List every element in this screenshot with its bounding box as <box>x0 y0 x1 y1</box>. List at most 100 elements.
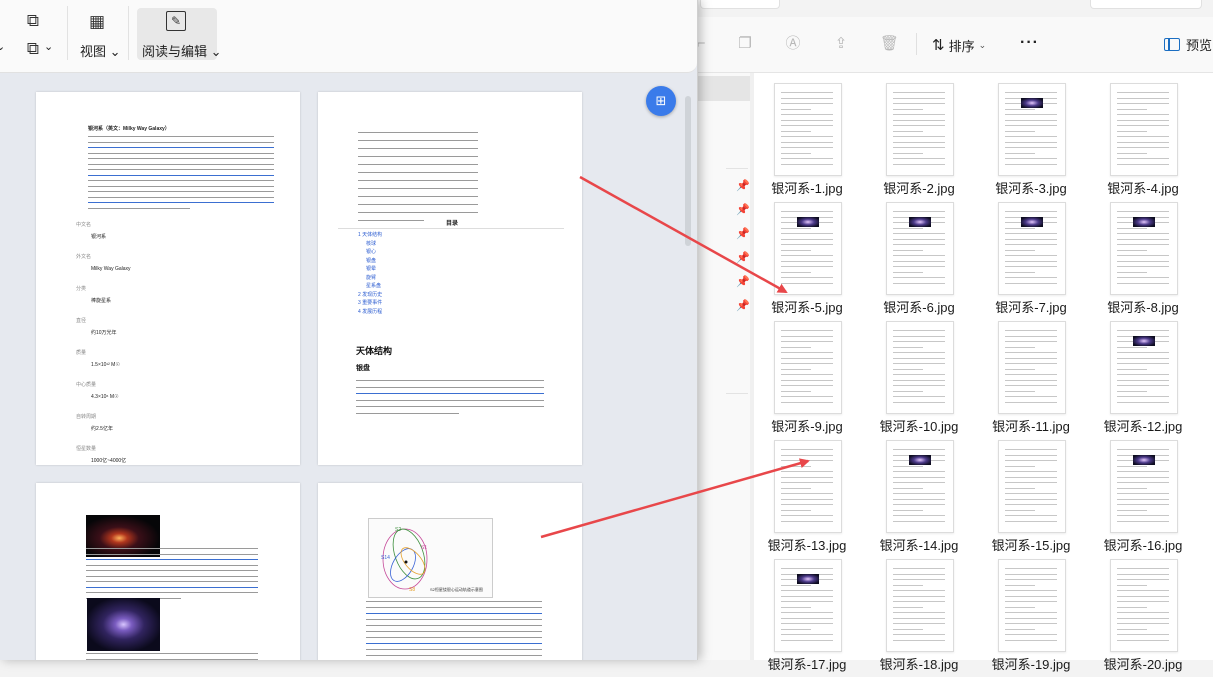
document-page-2[interactable]: 目录 1 天体结构 核球 银心 银盘 银晕 旋臂 星系盘 2 发现历史 3 重要事件 4 发展历程… <box>318 92 582 465</box>
view-grid-icon[interactable]: ▦ <box>86 11 108 33</box>
file-item[interactable]: 银河系-11.jpg <box>976 321 1086 439</box>
text-line <box>366 619 542 620</box>
orbit-label: S8 <box>409 587 415 593</box>
text-line <box>366 607 542 608</box>
nav-selected-item[interactable] <box>690 76 750 101</box>
document-page-4[interactable]: S2 S14 S1 S8 S2恒星绕银心运动轨道示意图 <box>318 483 582 660</box>
text-line <box>88 174 274 176</box>
figure-caption: S2恒星绕银心运动轨道示意图 <box>430 587 483 592</box>
file-item[interactable]: 银河系-4.jpg <box>1088 83 1198 201</box>
delete-icon[interactable]: 🗑 <box>880 35 899 53</box>
file-item[interactable]: 银河系-7.jpg <box>976 202 1086 320</box>
toc-item[interactable]: 核球 <box>366 241 376 247</box>
copy-page-icon[interactable]: ⧉ <box>22 38 44 60</box>
chevron-down-icon[interactable]: ⌄ <box>44 40 53 53</box>
preview-button[interactable]: 预览 <box>1164 35 1212 54</box>
text-line <box>358 132 478 133</box>
toc-item[interactable]: 4 发展历程 <box>358 309 382 315</box>
copy-icon[interactable]: ❐ <box>736 35 754 53</box>
file-name: 银河系-18.jpg <box>879 657 959 672</box>
file-item[interactable]: 银河系-1.jpg <box>752 83 862 201</box>
file-name: 银河系-19.jpg <box>991 657 1071 672</box>
file-name: 银河系-5.jpg <box>771 300 843 315</box>
pin-icon[interactable]: 📌 <box>736 252 750 264</box>
address-bar[interactable] <box>700 0 780 9</box>
more-options-button[interactable]: ··· <box>1020 34 1039 52</box>
file-item[interactable]: 银河系-9.jpg <box>752 321 862 439</box>
file-thumbnail <box>1110 202 1178 295</box>
file-thumbnail <box>774 202 842 295</box>
pin-icon[interactable]: 📌 <box>736 276 750 288</box>
pin-icon[interactable]: 📌 <box>736 228 750 240</box>
dropdown-caret[interactable]: ⌄ <box>0 40 5 53</box>
file-name: 银河系-8.jpg <box>1107 300 1179 315</box>
info-label: 自转周期 <box>76 414 97 420</box>
file-name: 银河系-17.jpg <box>767 657 847 672</box>
file-name: 银河系-1.jpg <box>771 181 843 196</box>
file-item[interactable]: 银河系-14.jpg <box>864 440 974 558</box>
toc-item[interactable]: 银心 <box>366 249 376 255</box>
reader-scrollbar[interactable] <box>684 78 692 660</box>
text-line <box>366 655 542 656</box>
file-thumbnail <box>774 83 842 176</box>
text-line <box>86 586 258 588</box>
file-item[interactable]: 银河系-8.jpg <box>1088 202 1198 320</box>
file-thumbnail <box>998 321 1066 414</box>
toc-item[interactable]: 银晕 <box>366 266 376 272</box>
file-item[interactable]: 银河系-17.jpg <box>752 559 862 677</box>
file-thumbnail <box>774 559 842 652</box>
info-value: 棒旋星系 <box>91 298 112 304</box>
pin-icon[interactable]: 📌 <box>736 300 750 312</box>
toc-item[interactable]: 1 天体结构 <box>358 232 382 238</box>
file-name: 银河系-3.jpg <box>995 181 1067 196</box>
pin-icon[interactable]: 📌 <box>736 180 750 192</box>
file-thumbnail <box>886 440 954 533</box>
toc-item[interactable]: 3 重要事件 <box>358 300 382 306</box>
file-name: 银河系-6.jpg <box>883 300 955 315</box>
document-page-3[interactable] <box>36 483 300 660</box>
file-item[interactable]: 银河系-15.jpg <box>976 440 1086 558</box>
orbit-diagram: S2 S14 S1 S8 <box>381 527 428 593</box>
file-item[interactable]: 银河系-18.jpg <box>864 559 974 677</box>
file-item[interactable]: 银河系-5.jpg <box>752 202 862 320</box>
file-item[interactable]: 银河系-13.jpg <box>752 440 862 558</box>
info-value: 4.3×10⁶ M☉ <box>91 394 119 400</box>
sort-button[interactable]: ⇅ 排序 ⌄ <box>932 34 986 56</box>
file-thumbnail <box>886 202 954 295</box>
file-item[interactable]: 银河系-2.jpg <box>864 83 974 201</box>
text-line <box>358 196 478 197</box>
file-item[interactable]: 银河系-20.jpg <box>1088 559 1198 677</box>
orbit-label: S1 <box>421 545 427 551</box>
file-item[interactable]: 银河系-19.jpg <box>976 559 1086 677</box>
document-page-1[interactable]: 银河系（英文：Milky Way Galaxy） 中文名 银河系 外文名 Milky … <box>36 92 300 465</box>
file-item[interactable]: 银河系-3.jpg <box>976 83 1086 201</box>
page-tools-icon[interactable]: ⧉ <box>22 10 44 32</box>
rename-icon[interactable]: Ⓐ <box>784 35 802 53</box>
search-box[interactable] <box>1090 0 1202 9</box>
read-edit-label: 阅读与编辑 <box>142 44 208 59</box>
share-icon[interactable]: ⇪ <box>832 35 850 53</box>
scrollbar-thumb[interactable] <box>685 96 691 246</box>
view-button[interactable]: 视图 ⌄ <box>80 41 121 60</box>
dual-page-icon[interactable]: ⊞ <box>646 86 676 116</box>
toc-item[interactable]: 星系盘 <box>366 283 381 289</box>
pin-icon[interactable]: 📌 <box>736 204 750 216</box>
edit-pen-icon[interactable]: ✎ <box>166 11 186 31</box>
text-line <box>356 386 544 388</box>
read-edit-button[interactable]: 阅读与编辑 ⌄ <box>142 41 222 60</box>
text-line <box>88 169 274 170</box>
chevron-down-icon: ⌄ <box>978 39 987 50</box>
info-label: 分类 <box>76 286 87 292</box>
file-item[interactable]: 银河系-16.jpg <box>1088 440 1198 558</box>
text-line <box>358 164 478 165</box>
toc-item[interactable]: 旋臂 <box>366 275 376 281</box>
info-value: 约2.5亿年 <box>91 426 113 432</box>
file-item[interactable]: 银河系-12.jpg <box>1088 321 1198 439</box>
file-item[interactable]: 银河系-6.jpg <box>864 202 974 320</box>
file-item[interactable]: 银河系-10.jpg <box>864 321 974 439</box>
view-label: 视图 <box>80 44 107 59</box>
toc-item[interactable]: 银盘 <box>366 258 376 264</box>
toc-item[interactable]: 2 发现历史 <box>358 292 382 298</box>
text-line <box>366 637 542 638</box>
file-thumbnail <box>998 202 1066 295</box>
